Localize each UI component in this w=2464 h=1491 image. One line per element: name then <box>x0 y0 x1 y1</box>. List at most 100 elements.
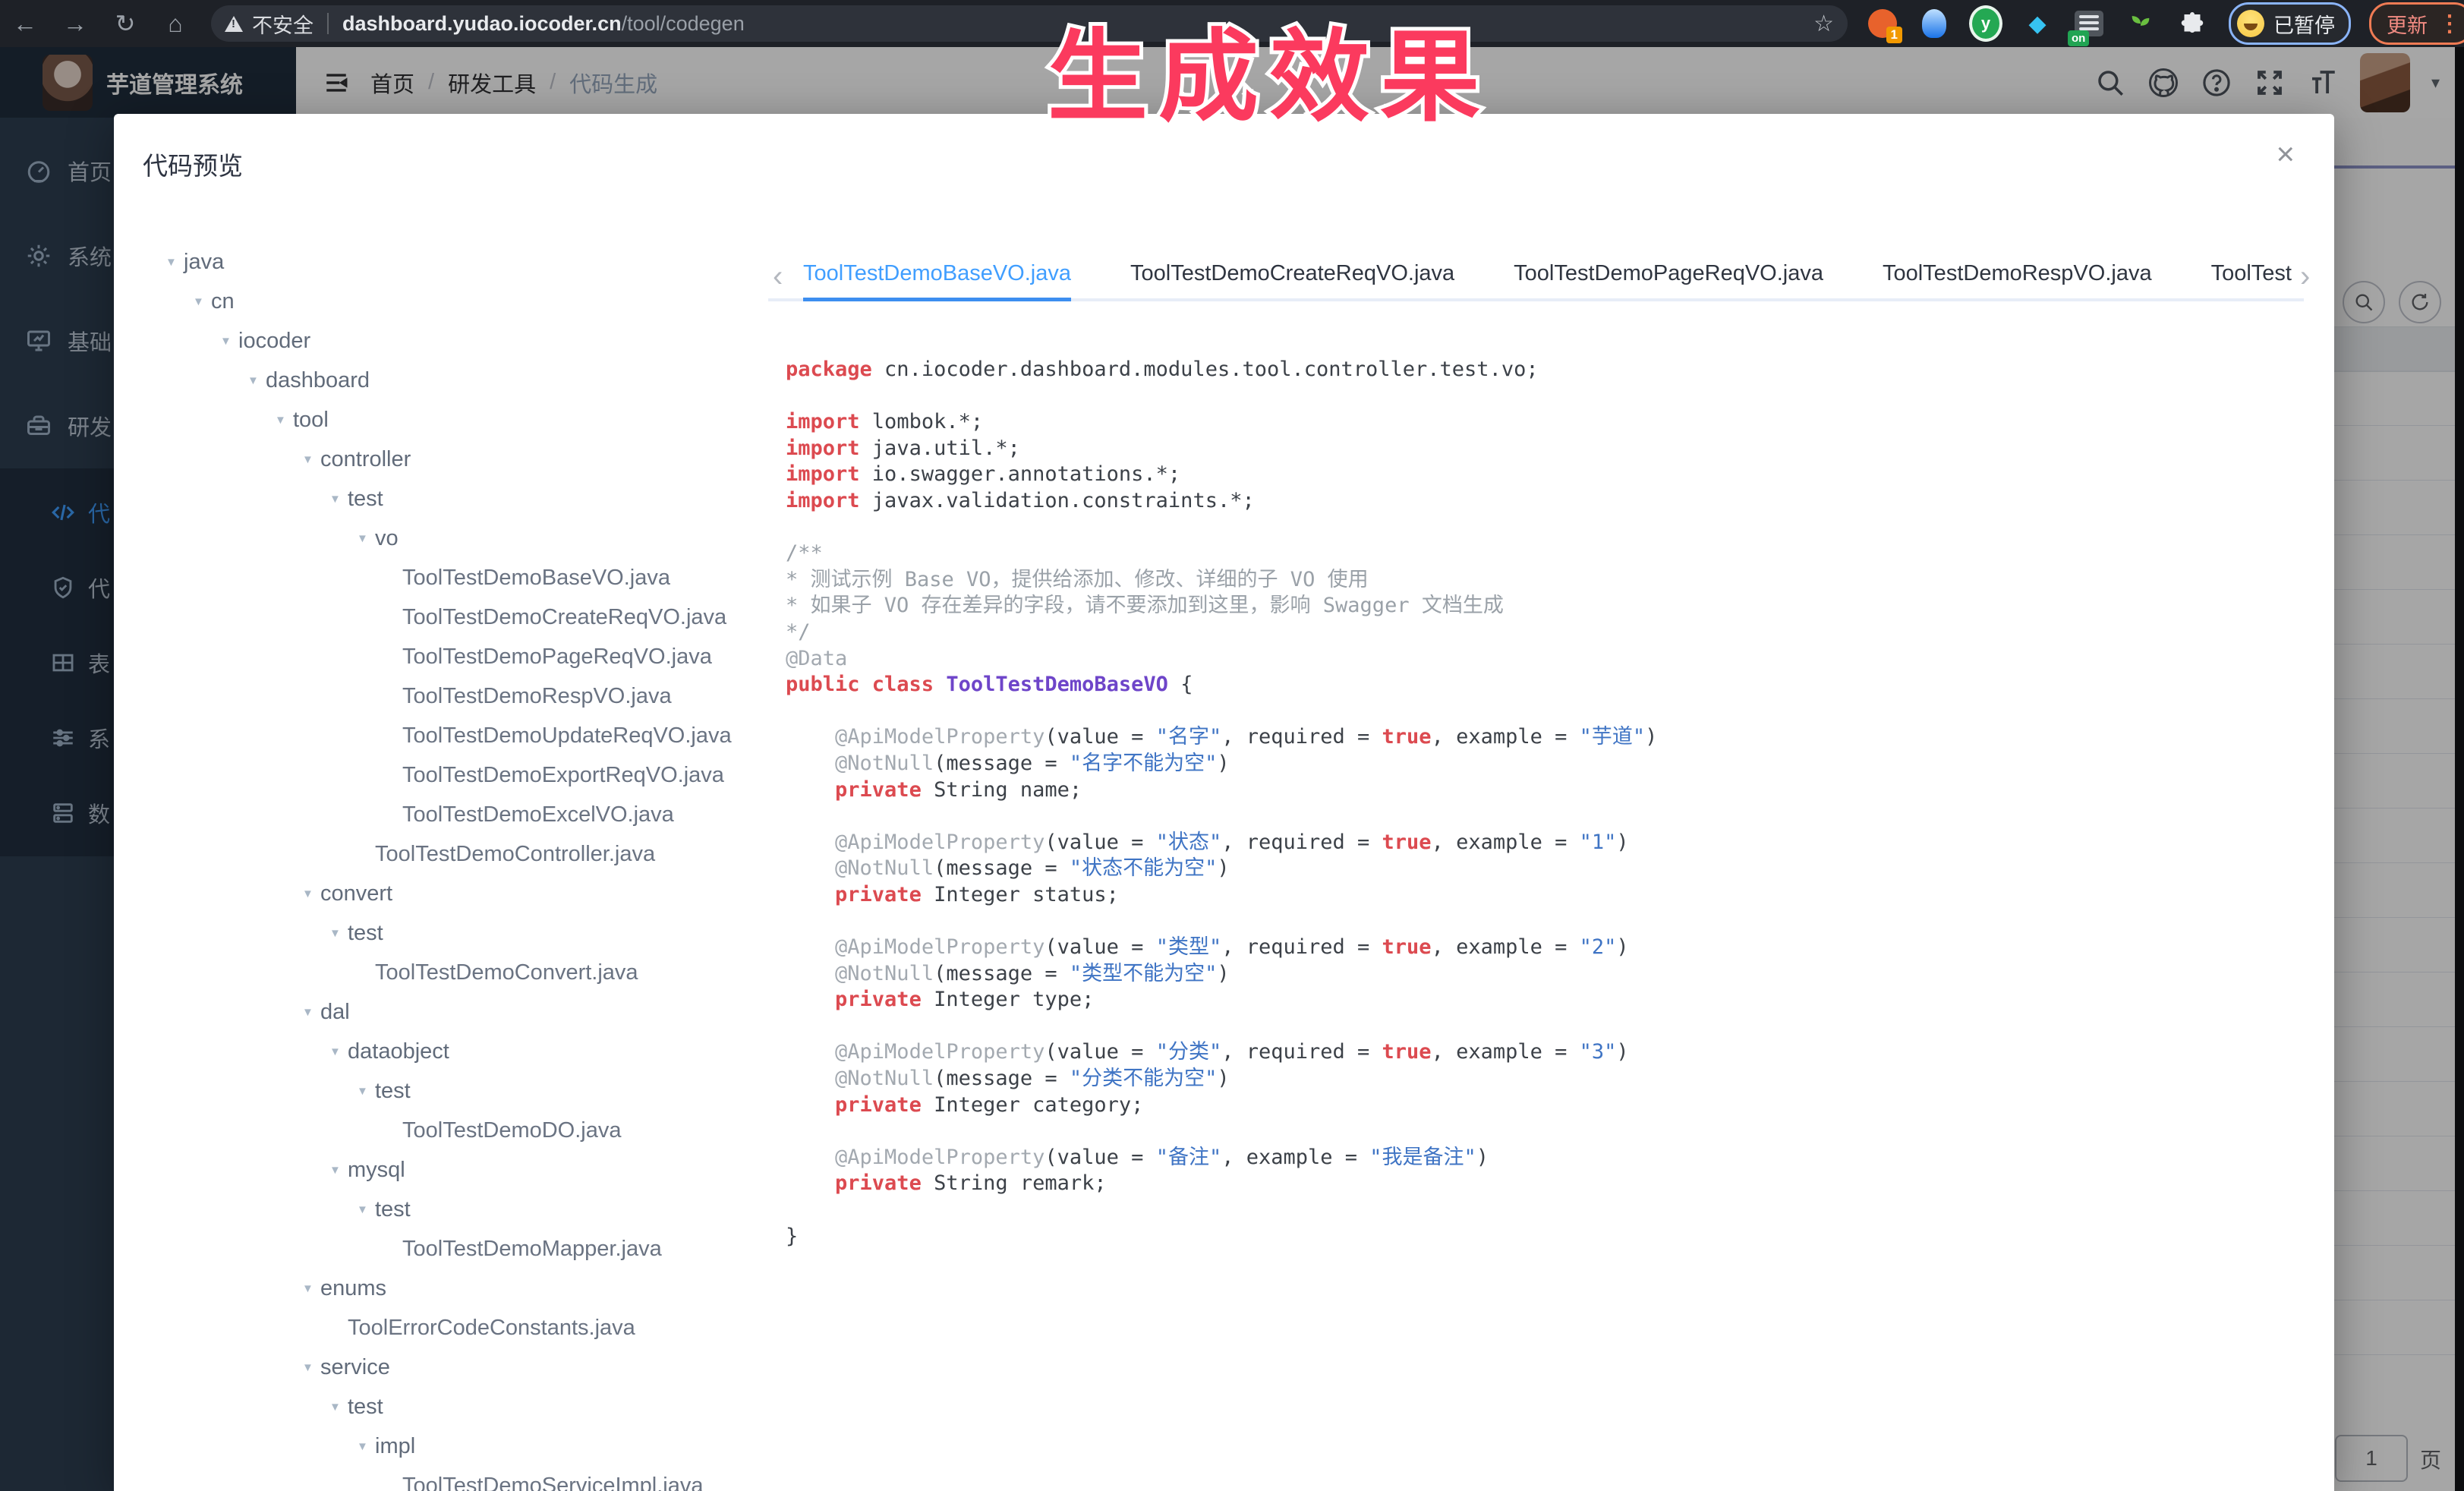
code-line: * 测试示例 Base VO，提供给添加、修改、详细的子 VO 使用 <box>786 567 2313 594</box>
file-tab-3[interactable]: ToolTestDemoRespVO.java <box>1883 249 2152 298</box>
caret-down-icon[interactable]: ▼ <box>302 887 320 900</box>
tree-file[interactable]: ToolTestDemoCreateReqVO.java <box>165 597 742 637</box>
file-tab-4[interactable]: ToolTestDemoUpdateReqVO.java <box>2211 249 2292 298</box>
code-line: @Data <box>786 646 2313 673</box>
tree-folder[interactable]: ▼convert <box>165 874 742 913</box>
emoji-face-icon <box>2237 10 2264 37</box>
caret-down-icon[interactable]: ▼ <box>357 1203 375 1216</box>
tree-folder[interactable]: ▼dataobject <box>165 1032 742 1071</box>
caret-down-icon[interactable]: ▼ <box>302 1282 320 1295</box>
not-secure-warning-icon <box>225 16 243 32</box>
file-tree: ▼java▼cn▼iocoder▼dashboard▼tool▼controll… <box>165 242 742 1491</box>
caret-down-icon[interactable]: ▼ <box>302 1006 320 1019</box>
tree-file[interactable]: ToolTestDemoServiceImpl.java <box>165 1466 742 1491</box>
tabs-prev-icon[interactable]: ‹ <box>773 260 783 294</box>
profile-paused-badge[interactable]: 已暂停 <box>2229 2 2351 45</box>
tree-file[interactable]: ToolTestDemoConvert.java <box>165 953 742 992</box>
file-tab-2[interactable]: ToolTestDemoPageReqVO.java <box>1514 249 1823 298</box>
home-icon[interactable]: ⌂ <box>150 10 200 38</box>
tree-folder[interactable]: ▼dal <box>165 992 742 1032</box>
tree-folder[interactable]: ▼cn <box>165 282 742 321</box>
code-line: @ApiModelProperty(value = "状态", required… <box>786 830 2313 856</box>
caret-down-icon[interactable]: ▼ <box>357 1440 375 1453</box>
tree-folder[interactable]: ▼impl <box>165 1426 742 1466</box>
caret-down-icon[interactable]: ▼ <box>329 1045 348 1058</box>
code-line: } <box>786 1224 2313 1250</box>
back-icon[interactable]: ← <box>0 10 50 38</box>
tree-folder[interactable]: ▼test <box>165 1387 742 1426</box>
caret-down-icon[interactable]: ▼ <box>302 453 320 466</box>
modal-title: 代码预览 <box>143 146 243 182</box>
tree-folder[interactable]: ▼dashboard <box>165 361 742 400</box>
caret-down-icon[interactable]: ▼ <box>357 1085 375 1098</box>
address-divider <box>327 13 329 34</box>
tree-file[interactable]: ToolTestDemoDO.java <box>165 1111 742 1150</box>
tree-file[interactable]: ToolTestDemoRespVO.java <box>165 676 742 716</box>
code-line: private String name; <box>786 777 2313 804</box>
extension-list-icon[interactable]: on <box>2072 7 2106 40</box>
tree-folder[interactable]: ▼iocoder <box>165 321 742 361</box>
tree-folder[interactable]: ▼mysql <box>165 1150 742 1190</box>
caret-down-icon[interactable]: ▼ <box>329 493 348 506</box>
tree-folder[interactable]: ▼test <box>165 479 742 519</box>
tree-file[interactable]: ToolTestDemoController.java <box>165 834 742 874</box>
code-line: import java.util.*; <box>786 436 2313 462</box>
tree-folder[interactable]: ▼test <box>165 1190 742 1229</box>
tree-folder[interactable]: ▼tool <box>165 400 742 440</box>
update-label: 更新 <box>2387 9 2428 39</box>
code-line: private String remark; <box>786 1171 2313 1197</box>
tree-folder[interactable]: ▼test <box>165 1071 742 1111</box>
extension-on-badge: on <box>2068 30 2089 46</box>
caret-down-icon[interactable]: ▼ <box>193 295 211 308</box>
tree-file[interactable]: ToolErrorCodeConstants.java <box>165 1308 742 1348</box>
caret-down-icon[interactable]: ▼ <box>165 256 184 269</box>
tree-file[interactable]: ToolTestDemoBaseVO.java <box>165 558 742 597</box>
extension-lamp-icon[interactable] <box>1917 7 1951 40</box>
code-line: private Integer type; <box>786 987 2313 1013</box>
tree-folder[interactable]: ▼controller <box>165 440 742 479</box>
annotation-text: 生成效果生成效果 <box>1048 27 1491 128</box>
tree-folder[interactable]: ▼enums <box>165 1269 742 1308</box>
extension-plant-icon[interactable] <box>2124 7 2157 40</box>
extensions-puzzle-icon[interactable] <box>2176 7 2209 40</box>
code-line <box>786 908 2313 935</box>
file-tab-1[interactable]: ToolTestDemoCreateReqVO.java <box>1130 249 1454 298</box>
caret-down-icon[interactable]: ▼ <box>357 532 375 545</box>
file-tabs: ToolTestDemoBaseVO.java ToolTestDemoCreat… <box>803 249 2292 302</box>
code-line <box>786 515 2313 541</box>
caret-down-icon[interactable]: ▼ <box>329 1164 348 1177</box>
code-line <box>786 1118 2313 1145</box>
caret-down-icon[interactable]: ▼ <box>247 374 266 387</box>
tabs-next-icon[interactable]: › <box>2300 260 2310 294</box>
caret-down-icon[interactable]: ▼ <box>329 1401 348 1414</box>
caret-down-icon[interactable]: ▼ <box>275 414 293 427</box>
code-line: import lombok.*; <box>786 409 2313 436</box>
close-icon[interactable]: × <box>2276 138 2295 170</box>
reload-icon[interactable]: ↻ <box>100 9 150 38</box>
tree-folder[interactable]: ▼test <box>165 913 742 953</box>
tree-file[interactable]: ToolTestDemoExportReqVO.java <box>165 755 742 795</box>
address-bar[interactable]: 不安全 dashboard.yudao.iocoder.cn/tool/code… <box>211 5 1848 42</box>
extension-green-icon[interactable]: y <box>1969 7 2002 40</box>
tree-folder[interactable]: ▼java <box>165 242 742 282</box>
extension-diamond-icon[interactable]: ◆ <box>2021 7 2054 40</box>
tree-file[interactable]: ToolTestDemoUpdateReqVO.java <box>165 716 742 755</box>
code-line: public class ToolTestDemoBaseVO { <box>786 672 2313 698</box>
code-preview-modal: 代码预览 × ▼java▼cn▼iocoder▼dashboard▼tool▼c… <box>114 114 2334 1491</box>
caret-down-icon[interactable]: ▼ <box>302 1361 320 1374</box>
bookmark-star-icon[interactable]: ☆ <box>1813 11 1834 37</box>
forward-icon[interactable]: → <box>50 10 100 38</box>
tree-folder[interactable]: ▼vo <box>165 519 742 558</box>
tree-file[interactable]: ToolTestDemoExcelVO.java <box>165 795 742 834</box>
update-button[interactable]: 更新 ⋮ <box>2369 2 2464 45</box>
tree-file[interactable]: ToolTestDemoPageReqVO.java <box>165 637 742 676</box>
code-view: package cn.iocoder.dashboard.modules.too… <box>786 357 2313 1479</box>
tree-folder[interactable]: ▼service <box>165 1348 742 1387</box>
caret-down-icon[interactable]: ▼ <box>220 335 238 348</box>
tree-file[interactable]: ToolTestDemoMapper.java <box>165 1229 742 1269</box>
caret-down-icon[interactable]: ▼ <box>329 927 348 940</box>
browser-menu-icon[interactable]: ⋮ <box>2438 11 2461 37</box>
file-tab-0[interactable]: ToolTestDemoBaseVO.java <box>803 249 1071 301</box>
extension-orange-icon[interactable]: 1 <box>1866 7 1899 40</box>
code-line <box>786 1013 2313 1040</box>
